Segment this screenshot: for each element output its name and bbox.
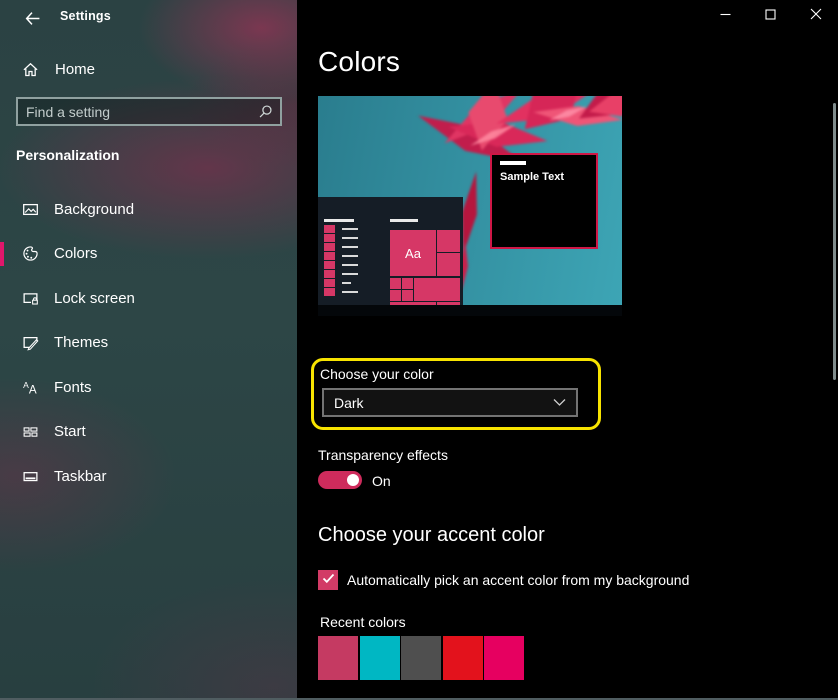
sidebar: Settings Home Personalization Background [0, 0, 297, 700]
sidebar-item-label: Fonts [54, 379, 92, 396]
color-swatch[interactable] [484, 636, 524, 680]
sidebar-item-taskbar[interactable]: Taskbar [0, 458, 297, 494]
close-button[interactable] [793, 0, 838, 31]
start-icon [22, 423, 39, 440]
choose-color-label: Choose your color [320, 366, 434, 382]
preview-tile-aa: Aa [390, 230, 436, 276]
sidebar-item-home[interactable]: Home [14, 54, 284, 84]
sidebar-item-label: Colors [54, 245, 97, 262]
app-title: Settings [60, 9, 111, 23]
fonts-icon: A A [22, 379, 39, 396]
accent-heading: Choose your accent color [318, 524, 545, 547]
dropdown-value: Dark [334, 395, 364, 411]
minimize-button[interactable] [703, 0, 748, 31]
palette-icon [22, 245, 39, 262]
chevron-down-icon [553, 394, 566, 412]
back-button[interactable] [18, 6, 46, 30]
transparency-label: Transparency effects [318, 447, 448, 463]
maximize-icon [765, 7, 776, 25]
taskbar-icon [22, 468, 39, 485]
sidebar-item-label: Lock screen [54, 290, 135, 307]
sidebar-item-label: Start [54, 423, 86, 440]
home-label: Home [55, 61, 95, 78]
toggle-knob [347, 474, 360, 487]
page-title: Colors [318, 46, 400, 78]
minimize-icon [720, 7, 731, 25]
toggle-state-label: On [372, 473, 391, 489]
sidebar-item-label: Taskbar [54, 468, 107, 485]
auto-accent-row[interactable]: Automatically pick an accent color from … [318, 570, 689, 590]
sidebar-item-background[interactable]: Background [0, 191, 297, 227]
auto-accent-label: Automatically pick an accent color from … [347, 572, 689, 588]
color-swatch[interactable] [443, 636, 483, 680]
sidebar-item-label: Background [54, 201, 134, 218]
transparency-toggle[interactable] [318, 471, 362, 489]
start-menu-dash [324, 219, 354, 222]
preview-tiles: Aa [390, 230, 460, 305]
preview-sample-window: Sample Text [490, 153, 598, 249]
preview-app-list [324, 225, 358, 297]
sidebar-item-lock-screen[interactable]: Lock screen [0, 280, 297, 316]
color-swatch[interactable] [318, 636, 358, 680]
settings-window: Settings Home Personalization Background [0, 0, 838, 700]
color-swatch[interactable] [401, 636, 441, 680]
background-icon [22, 201, 39, 218]
home-icon [22, 61, 39, 78]
preview-taskbar [318, 305, 622, 316]
recent-colors-label: Recent colors [320, 614, 406, 630]
theme-preview: Sample Text Aa [318, 96, 622, 316]
sidebar-item-label: Themes [54, 334, 108, 351]
maximize-button[interactable] [748, 0, 793, 31]
check-icon [322, 571, 335, 589]
recent-colors-row [318, 636, 524, 680]
search-input[interactable] [18, 99, 256, 124]
tiles-dash [390, 219, 418, 222]
sidebar-item-fonts[interactable]: A A Fonts [0, 369, 297, 405]
lock-screen-icon [22, 290, 39, 307]
section-label-personalization: Personalization [16, 147, 119, 163]
search-icon[interactable] [256, 104, 280, 119]
back-arrow-icon [24, 10, 41, 27]
sidebar-item-themes[interactable]: Themes [0, 325, 297, 361]
sample-window-titlebar-dash [500, 161, 526, 165]
window-controls [703, 0, 838, 31]
preview-start-menu: Aa [318, 197, 463, 305]
selection-pill [0, 242, 4, 266]
sample-text: Sample Text [500, 171, 564, 183]
main-pane: Colors Sample Text [297, 0, 838, 700]
color-mode-dropdown[interactable]: Dark [322, 388, 578, 417]
color-swatch[interactable] [360, 636, 400, 680]
sidebar-item-start[interactable]: Start [0, 414, 297, 450]
sidebar-item-colors[interactable]: Colors [0, 236, 297, 272]
close-icon [810, 7, 822, 25]
themes-icon [22, 334, 39, 351]
scrollbar[interactable] [833, 103, 836, 380]
search-box [16, 97, 282, 126]
svg-text:A: A [29, 383, 37, 396]
sidebar-nav: Background Colors Lock scree [0, 191, 297, 503]
auto-accent-checkbox[interactable] [318, 570, 338, 590]
